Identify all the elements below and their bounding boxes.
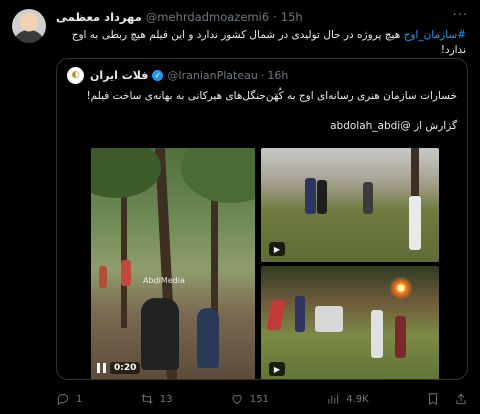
person	[99, 266, 107, 288]
fire	[389, 276, 413, 300]
views-icon	[328, 394, 339, 404]
play-icon[interactable]: ▶	[269, 362, 285, 376]
play-icon[interactable]: ▶	[269, 242, 285, 256]
foliage	[181, 148, 255, 203]
video-smoke[interactable]: ▶	[261, 148, 439, 262]
person	[409, 196, 421, 250]
quote-author-name[interactable]: فلات ایران	[90, 69, 148, 82]
video-forest[interactable]: AbdiMedia 0:20	[91, 148, 255, 379]
video-watermark: AbdiMedia	[143, 276, 185, 285]
person	[363, 182, 373, 214]
person-foreground	[141, 298, 179, 370]
media-grid: AbdiMedia 0:20 ▶ ▶	[91, 148, 439, 379]
reply-count: 1	[76, 393, 83, 405]
foliage	[91, 148, 161, 198]
verified-badge-icon: ✓	[152, 69, 164, 81]
video-fire[interactable]: ▶	[261, 266, 439, 379]
reply-icon	[57, 393, 69, 406]
tweet-header: مهرداد معظمی @mehrdadmoazemi6 · 15h	[56, 9, 444, 25]
heart-icon	[232, 395, 242, 405]
quote-credit[interactable]: گزارش از @abdolah_abdi	[67, 119, 457, 134]
separator: ·	[260, 68, 265, 82]
pause-icon[interactable]	[97, 363, 106, 373]
hashtag-link[interactable]: #سازمان_اوج	[404, 29, 466, 41]
author-handle[interactable]: @mehrdadmoazemi6	[146, 10, 269, 24]
tweet-time[interactable]: 15h	[281, 10, 303, 24]
person	[305, 178, 316, 214]
action-bar: 1 13 151 4.9K	[56, 390, 468, 408]
quote-header: ◐ فلات ایران ✓ @IranianPlateau · 16h	[67, 66, 291, 84]
video-time: 0:20	[110, 362, 141, 374]
tweet-extra-actions	[426, 392, 468, 406]
author-avatar[interactable]	[12, 9, 46, 43]
retweet-icon	[141, 394, 153, 404]
share-icon[interactable]	[454, 392, 468, 406]
quote-time[interactable]: 16h	[267, 69, 288, 82]
quoted-tweet[interactable]: ◐ فلات ایران ✓ @IranianPlateau · 16h خسا…	[56, 58, 468, 380]
person	[121, 260, 131, 286]
retweet-button[interactable]: 13	[140, 392, 173, 406]
more-options-icon[interactable]: ···	[453, 8, 468, 23]
views-count: 4.9K	[346, 393, 369, 405]
flag	[266, 300, 286, 330]
person-foreground	[197, 308, 219, 368]
like-count: 151	[249, 393, 269, 405]
quote-text: خسارات سازمان هنری رسانه‌ای اوج به کُهَن…	[86, 90, 457, 102]
person	[395, 316, 406, 358]
tweet[interactable]: مهرداد معظمی @mehrdadmoazemi6 · 15h ··· …	[0, 0, 480, 414]
views-button[interactable]: 4.9K	[326, 392, 369, 406]
people-group	[315, 306, 343, 332]
person	[371, 310, 383, 358]
bookmark-icon[interactable]	[426, 392, 440, 406]
plateau-logo-icon[interactable]: ◐	[67, 66, 84, 84]
retweet-count: 13	[159, 393, 173, 405]
separator: ·	[273, 10, 277, 24]
person	[295, 296, 305, 332]
quote-author-handle[interactable]: @IranianPlateau	[167, 69, 257, 82]
video-controls: 0:20	[97, 362, 141, 374]
person	[317, 180, 327, 214]
reply-button[interactable]: 1	[56, 392, 82, 406]
tweet-text: #سازمان_اوج هیچ پروژه در حال تولیدی در ش…	[56, 28, 466, 58]
like-button[interactable]: 151	[230, 392, 269, 406]
author-name[interactable]: مهرداد معظمی	[56, 10, 142, 24]
